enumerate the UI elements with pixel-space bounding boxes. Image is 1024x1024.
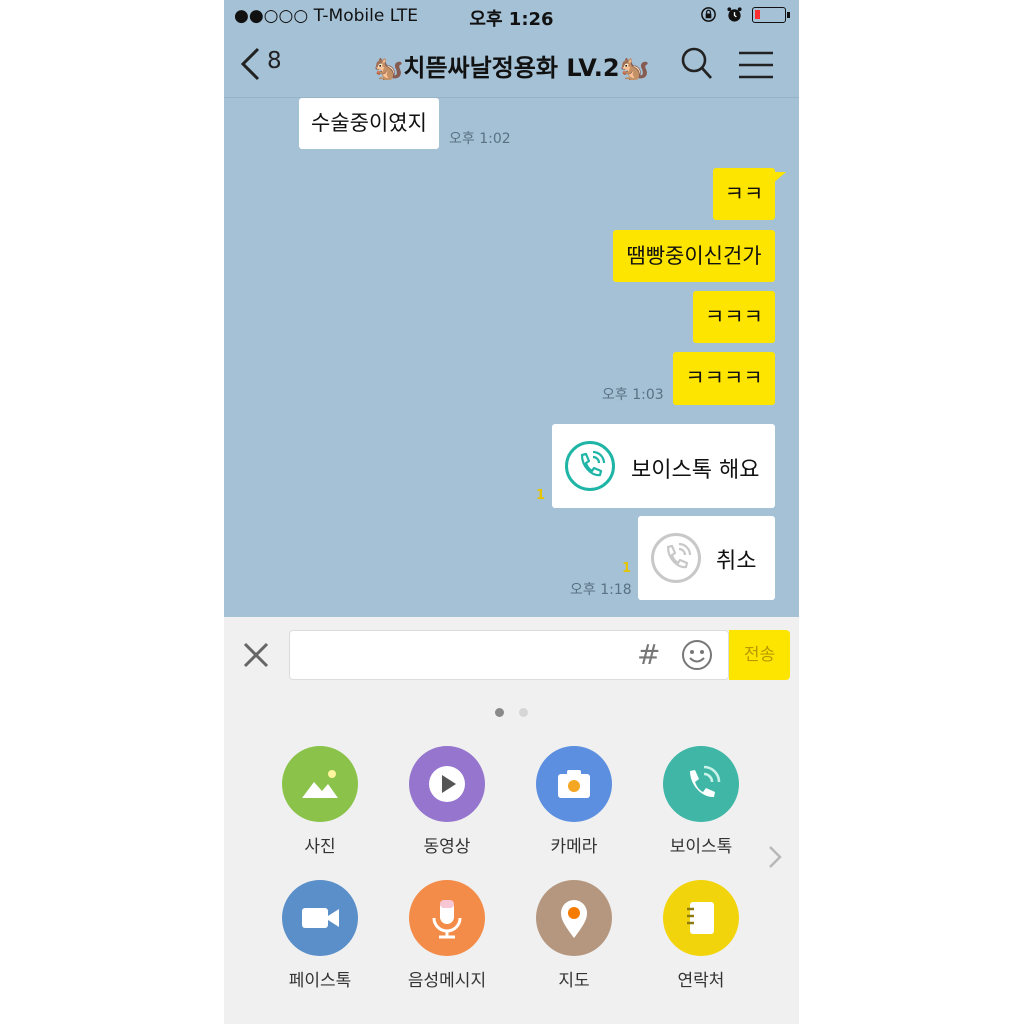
tool-contacts[interactable]: 연락처 [641,880,761,991]
contacts-icon [687,902,714,934]
unread-count: 1 [622,561,632,576]
unread-count: 1 [536,488,546,503]
page-indicator[interactable] [519,708,528,717]
tool-map[interactable]: 지도 [514,880,634,991]
message-timestamp: 오후 1:02 [449,131,511,147]
message-input[interactable] [289,630,729,680]
message-bubble-sent[interactable]: ㅋㅋㅋㅋ [673,352,775,405]
tool-label: 음성메시지 [407,971,487,991]
message-bubble-sent[interactable]: 땜빵중이신건가 [613,230,775,282]
chat-header: 8 🐿️치뜯싸날정용화 LV.2🐿️ [224,32,799,98]
chevron-right-icon[interactable] [767,844,783,870]
message-bubble-sent[interactable]: ㅋㅋ [713,168,775,220]
tool-label: 카메라 [550,837,598,857]
status-bar: ●●○○○ T-Mobile LTE 오후 1:26 [224,0,799,32]
bubble-tail [772,172,786,184]
battery-icon [752,7,790,23]
voice-talk-icon [690,765,721,798]
tool-camera[interactable]: 카메라 [514,746,634,857]
send-button[interactable]: 전송 [729,630,790,680]
tool-label: 사진 [304,837,336,857]
tool-label: 보이스톡 [669,837,733,857]
input-panel: # 전송 사진 동영상 카메라 보이스톡 페이스톡 음성메시지 지도 연락처 [224,617,799,1024]
tool-label: 지도 [558,971,590,991]
tool-face-talk[interactable]: 페이스톡 [260,880,380,991]
message-bubble-sent[interactable]: ㅋㅋㅋ [693,291,775,343]
search-icon[interactable] [680,46,714,82]
camera-icon [558,770,590,798]
hashtag-search-button[interactable]: # [637,638,660,671]
voice-talk-label: 보이스톡 해요 [631,458,760,483]
page-indicator-active[interactable] [495,708,504,717]
message-timestamp: 오후 1:18 [570,582,632,598]
cancel-label: 취소 [716,549,757,574]
tool-label: 페이스톡 [288,971,352,991]
tool-label: 연락처 [677,971,725,991]
tool-voice-message[interactable]: 음성메시지 [387,880,507,991]
tool-voice-talk[interactable]: 보이스톡 [641,746,761,857]
alarm-icon [727,7,742,22]
voice-call-icon [565,441,615,491]
face-talk-icon [302,908,339,928]
message-timestamp: 오후 1:03 [602,387,664,403]
menu-icon[interactable] [738,50,774,80]
tool-label: 동영상 [423,837,471,857]
message-bubble-received[interactable]: 수술중이였지 [299,98,439,149]
emoticon-icon[interactable] [681,639,713,671]
close-icon[interactable] [242,641,270,669]
voice-call-cancel-icon [651,533,701,583]
photo-icon [302,770,338,798]
phone-screen: ●●○○○ T-Mobile LTE 오후 1:26 8 🐿️치뜯싸날정용화 L… [224,0,799,1024]
tool-video[interactable]: 동영상 [387,746,507,857]
tool-photo[interactable]: 사진 [260,746,380,857]
rotation-lock-icon [701,7,716,22]
voice-talk-cancel-card[interactable]: 취소 [638,516,775,600]
map-pin-icon [561,900,587,938]
voice-talk-card[interactable]: 보이스톡 해요 [552,424,775,508]
video-play-icon [429,766,465,802]
microphone-icon [432,900,462,939]
